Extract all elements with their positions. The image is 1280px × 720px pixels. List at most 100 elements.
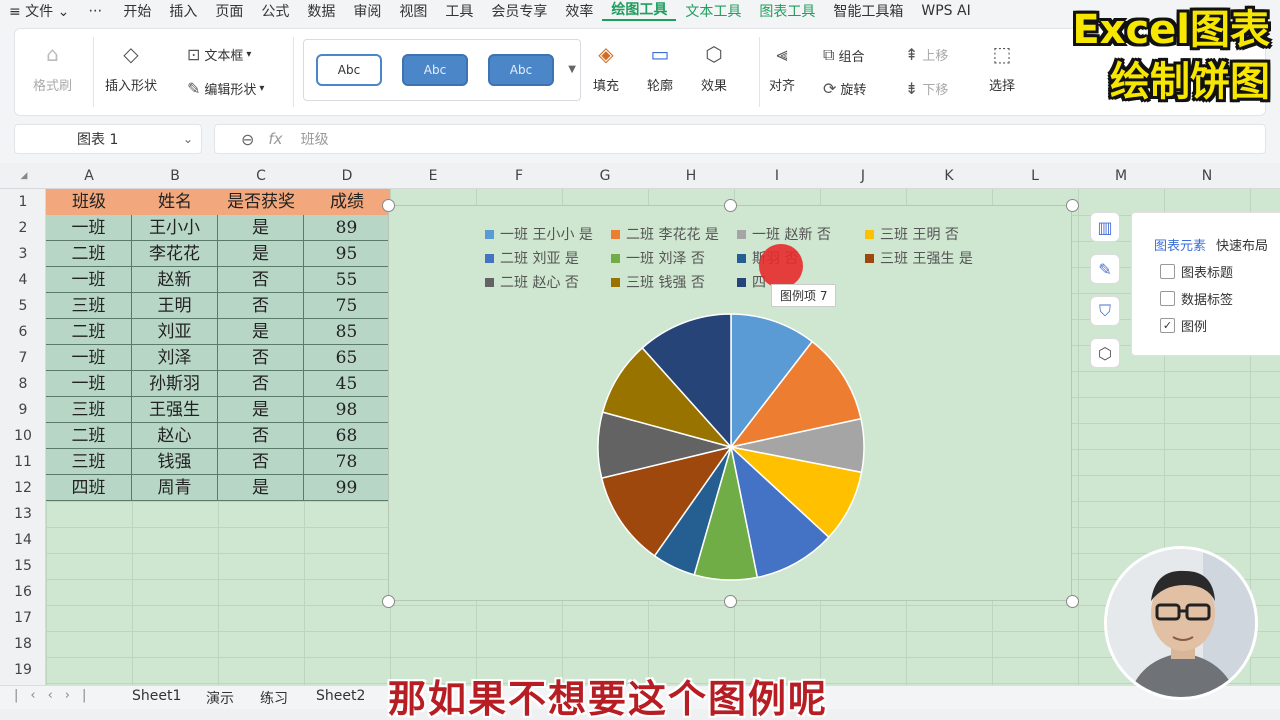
- format-brush-button[interactable]: ⌂ 格式刷: [33, 41, 72, 94]
- resize-handle-tr[interactable]: [1066, 199, 1079, 212]
- group-button[interactable]: ⧉ 组合: [823, 45, 864, 65]
- sheet-tab-sheet2[interactable]: Sheet2: [316, 688, 365, 704]
- move-up-button[interactable]: ⇞ 上移: [905, 45, 948, 64]
- row-header-4[interactable]: 4: [0, 267, 46, 293]
- table-cell[interactable]: 否: [218, 371, 304, 397]
- column-header-J[interactable]: J: [820, 163, 906, 189]
- table-header-cell[interactable]: 姓名: [132, 189, 218, 215]
- row-header-12[interactable]: 12: [0, 475, 46, 501]
- tab-chart-elements[interactable]: 图表元素: [1154, 235, 1206, 254]
- menu-item-5[interactable]: 公式: [252, 1, 298, 21]
- menu-item-11[interactable]: 效率: [556, 1, 602, 21]
- table-cell[interactable]: 二班: [46, 241, 132, 267]
- resize-handle-b[interactable]: [724, 595, 737, 608]
- effect-button[interactable]: ⬡ 效果: [701, 41, 727, 94]
- shape-style-2[interactable]: Abc: [402, 54, 468, 86]
- table-cell[interactable]: 是: [218, 215, 304, 241]
- column-header-M[interactable]: M: [1078, 163, 1164, 189]
- sheet-tab-sheet1[interactable]: Sheet1: [132, 688, 181, 704]
- menu-item-16[interactable]: WPS AI: [912, 3, 979, 19]
- option-data-labels[interactable]: 数据标签: [1160, 289, 1280, 308]
- chevron-down-icon[interactable]: ⌄: [183, 132, 193, 146]
- column-header-G[interactable]: G: [562, 163, 648, 189]
- menu-item-4[interactable]: 页面: [206, 1, 252, 21]
- table-cell[interactable]: 55: [304, 267, 390, 293]
- menu-item-9[interactable]: 工具: [436, 1, 482, 21]
- table-cell[interactable]: 78: [304, 449, 390, 475]
- chart-elements-icon[interactable]: ▥: [1090, 212, 1120, 242]
- table-cell[interactable]: 68: [304, 423, 390, 449]
- table-cell[interactable]: 45: [304, 371, 390, 397]
- row-header-9[interactable]: 9: [0, 397, 46, 423]
- table-header-cell[interactable]: 是否获奖: [218, 189, 304, 215]
- table-cell[interactable]: 周青: [132, 475, 218, 501]
- table-cell[interactable]: 85: [304, 319, 390, 345]
- table-cell[interactable]: 孙斯羽: [132, 371, 218, 397]
- table-cell[interactable]: 四班: [46, 475, 132, 501]
- row-header-11[interactable]: 11: [0, 449, 46, 475]
- table-cell[interactable]: 王小小: [132, 215, 218, 241]
- menu-item-3[interactable]: 插入: [160, 1, 206, 21]
- table-cell[interactable]: 是: [218, 241, 304, 267]
- row-header-3[interactable]: 3: [0, 241, 46, 267]
- select-all-corner-icon[interactable]: ◢: [14, 163, 34, 189]
- formula-bar[interactable]: ⊖ fx 班级: [214, 124, 1266, 154]
- table-cell[interactable]: 是: [218, 475, 304, 501]
- shape-style-1[interactable]: Abc: [316, 54, 382, 86]
- table-cell[interactable]: 否: [218, 293, 304, 319]
- table-cell[interactable]: 李花花: [132, 241, 218, 267]
- text-box-button[interactable]: ⊡ 文本框 ▾: [187, 45, 251, 64]
- fx-icon[interactable]: fx: [268, 130, 282, 148]
- chart-filter-icon[interactable]: ⛉: [1090, 296, 1120, 326]
- row-header-2[interactable]: 2: [0, 215, 46, 241]
- table-cell[interactable]: 65: [304, 345, 390, 371]
- zoom-lookup-icon[interactable]: ⊖: [241, 130, 254, 149]
- menu-item-1[interactable]: ⋯: [78, 3, 114, 19]
- row-header-1[interactable]: 1: [0, 189, 46, 215]
- rotate-button[interactable]: ⟳ 旋转: [823, 79, 866, 98]
- tab-quick-layout[interactable]: 快速布局: [1216, 235, 1268, 254]
- row-header-5[interactable]: 5: [0, 293, 46, 319]
- menu-item-7[interactable]: 审阅: [344, 1, 390, 21]
- column-header-C[interactable]: C: [218, 163, 304, 189]
- table-cell[interactable]: 二班: [46, 319, 132, 345]
- column-header-A[interactable]: A: [46, 163, 132, 189]
- menu-item-15[interactable]: 智能工具箱: [824, 1, 912, 21]
- move-down-button[interactable]: ⇟ 下移: [905, 79, 948, 98]
- column-header-D[interactable]: D: [304, 163, 390, 189]
- table-cell[interactable]: 刘亚: [132, 319, 218, 345]
- resize-handle-br[interactable]: [1066, 595, 1079, 608]
- table-cell[interactable]: 三班: [46, 293, 132, 319]
- pie-chart-plot[interactable]: [389, 206, 1073, 602]
- table-header-cell[interactable]: 成绩: [304, 189, 390, 215]
- table-cell[interactable]: 一班: [46, 371, 132, 397]
- style-gallery-more-icon[interactable]: ▼: [568, 64, 576, 75]
- table-cell[interactable]: 一班: [46, 215, 132, 241]
- resize-handle-bl[interactable]: [382, 595, 395, 608]
- table-cell[interactable]: 赵心: [132, 423, 218, 449]
- sheet-nav-arrows-icon[interactable]: |‹‹›|: [14, 688, 98, 703]
- table-cell[interactable]: 赵新: [132, 267, 218, 293]
- table-cell[interactable]: 一班: [46, 267, 132, 293]
- table-cell[interactable]: 刘泽: [132, 345, 218, 371]
- resize-handle-tl[interactable]: [382, 199, 395, 212]
- row-header-16[interactable]: 16: [0, 579, 46, 605]
- table-cell[interactable]: 99: [304, 475, 390, 501]
- row-header-17[interactable]: 17: [0, 605, 46, 631]
- row-header-15[interactable]: 15: [0, 553, 46, 579]
- table-cell[interactable]: 98: [304, 397, 390, 423]
- pie-chart[interactable]: 一班 王小小 是二班 李花花 是一班 赵新 否三班 王明 否二班 刘亚 是一班 …: [388, 205, 1072, 601]
- row-header-18[interactable]: 18: [0, 631, 46, 657]
- shape-style-3[interactable]: Abc: [488, 54, 554, 86]
- fill-button[interactable]: ◈ 填充: [593, 41, 619, 94]
- table-cell[interactable]: 王强生: [132, 397, 218, 423]
- menu-item-13[interactable]: 文本工具: [676, 1, 750, 21]
- table-cell[interactable]: 否: [218, 345, 304, 371]
- option-chart-title[interactable]: 图表标题: [1160, 262, 1280, 281]
- menu-item-12[interactable]: 绘图工具: [602, 1, 677, 21]
- outline-button[interactable]: ▭ 轮廓: [647, 41, 673, 94]
- edit-shape-button[interactable]: ✎ 编辑形状 ▾: [187, 79, 264, 98]
- checkbox-legend[interactable]: ✓: [1160, 318, 1175, 333]
- chart-settings-icon[interactable]: ⬡: [1090, 338, 1120, 368]
- table-cell[interactable]: 95: [304, 241, 390, 267]
